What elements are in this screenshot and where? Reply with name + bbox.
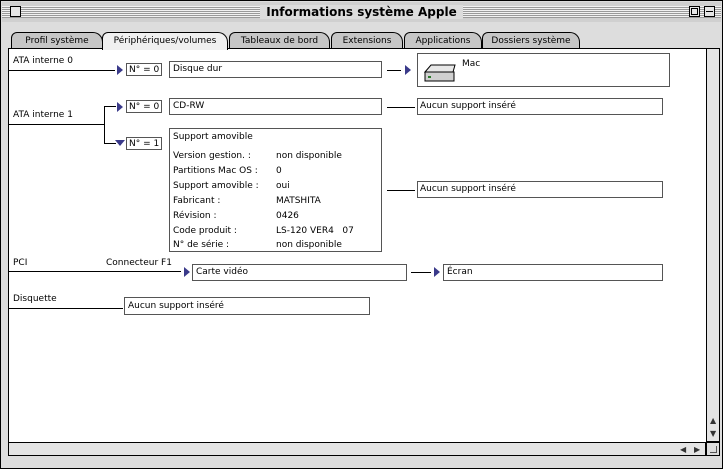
device-id-label: N° = 1 [126, 137, 163, 150]
disclosure-triangle-right-icon[interactable] [405, 65, 411, 75]
disclosure-triangle-right-icon[interactable] [434, 267, 440, 277]
detail-value: oui [276, 181, 290, 191]
display-name: Écran [447, 267, 473, 277]
detail-value: non disponible [276, 151, 342, 161]
volume-name: Mac [462, 59, 481, 69]
device-name: Disque dur [173, 64, 223, 74]
system-info-window: Informations système Apple Profil systèm… [0, 0, 723, 469]
media-status: Aucun support inséré [128, 301, 224, 311]
scroll-right-arrow-icon[interactable]: ▶ [691, 443, 704, 455]
zoom-box-icon[interactable] [689, 6, 700, 17]
detail-key: N° de série : [173, 240, 230, 250]
detail-value: LS-120 VER4 07 [276, 226, 354, 236]
device-name: Carte vidéo [196, 267, 249, 277]
scroll-up-arrow-icon[interactable]: ▲ [707, 414, 720, 426]
disclosure-triangle-right-icon[interactable] [117, 102, 123, 112]
title-bar[interactable]: Informations système Apple [2, 2, 721, 22]
media-box-disquette[interactable]: Aucun support inséré [124, 297, 370, 315]
vertical-scrollbar[interactable]: ▲ ▼ [706, 48, 720, 442]
media-box-cd-rw[interactable]: Aucun support inséré [417, 98, 663, 115]
bus-label-disquette: Disquette [13, 294, 57, 304]
detail-value: 0 [276, 166, 282, 176]
tab-applications[interactable]: Applications [404, 32, 482, 49]
detail-value: 0426 [276, 211, 299, 221]
hard-disk-icon [423, 64, 456, 82]
bus-label-pci: PCI [13, 258, 28, 268]
disclosure-triangle-right-icon[interactable] [117, 65, 123, 75]
detail-value: non disponible [276, 240, 342, 250]
collapse-box-icon[interactable] [704, 6, 715, 17]
tab-peripheriques-volumes[interactable]: Périphériques/volumes [102, 32, 228, 50]
device-box-disque-dur[interactable]: Disque dur [169, 61, 382, 78]
bus-label-ata0: ATA interne 0 [13, 56, 73, 66]
detail-key: Version gestion. : [173, 151, 251, 161]
tab-profil-systeme[interactable]: Profil système [11, 32, 103, 49]
detail-key: Fabricant : [173, 196, 221, 206]
media-box-support-amovible[interactable]: Aucun support inséré [417, 181, 663, 198]
disclosure-triangle-down-icon[interactable] [115, 140, 125, 146]
connector-label: Connecteur F1 [106, 258, 172, 268]
disclosure-triangle-right-icon[interactable] [184, 267, 190, 277]
tab-extensions[interactable]: Extensions [331, 32, 403, 49]
detail-key: Révision : [173, 211, 217, 221]
device-id-label: N° = 0 [126, 100, 163, 113]
display-box-ecran[interactable]: Écran [443, 264, 663, 281]
detail-key: Code produit : [173, 226, 237, 236]
tab-dossiers-systeme[interactable]: Dossiers système [482, 32, 580, 49]
devices-pane: ATA interne 0 N° = 0 Disque dur Mac ATA … [8, 48, 707, 444]
detail-value: MATSHITA [276, 196, 321, 206]
detail-key: Partitions Mac OS : [173, 166, 258, 176]
device-id-label: N° = 0 [126, 63, 163, 76]
media-status: Aucun support inséré [420, 184, 516, 194]
window-title: Informations système Apple [260, 5, 463, 19]
resize-grow-box-icon[interactable] [706, 442, 720, 456]
horizontal-scrollbar[interactable]: ◀ ▶ [8, 442, 706, 456]
tab-tableaux-de-bord[interactable]: Tableaux de bord [229, 32, 330, 49]
bus-label-ata1: ATA interne 1 [13, 110, 73, 120]
scroll-down-arrow-icon[interactable]: ▼ [707, 427, 720, 439]
device-name: CD-RW [173, 101, 205, 111]
device-box-carte-video[interactable]: Carte vidéo [192, 264, 407, 281]
detail-key: Support amovible : [173, 181, 259, 191]
device-name: Support amovible [173, 132, 253, 142]
device-details-support-amovible[interactable]: Support amovible Version gestion. : non … [169, 128, 382, 252]
volume-box-mac[interactable]: Mac [417, 53, 670, 87]
device-box-cd-rw[interactable]: CD-RW [169, 98, 382, 115]
scroll-left-arrow-icon[interactable]: ◀ [677, 443, 690, 455]
media-status: Aucun support inséré [420, 101, 516, 111]
